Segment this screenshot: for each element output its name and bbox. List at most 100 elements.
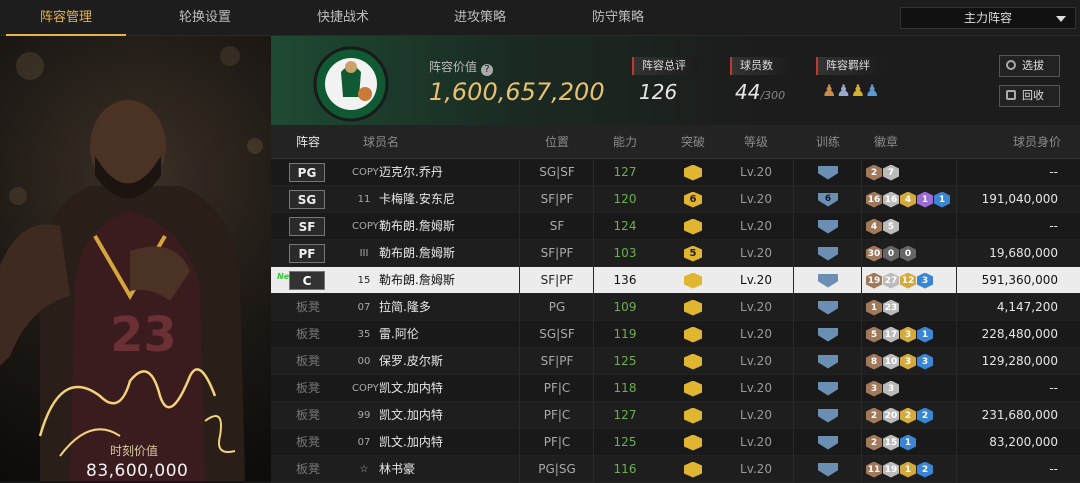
badge-list[interactable]: 1 23 xyxy=(866,294,966,321)
badge-icon: 0 xyxy=(900,245,916,262)
badge-icon: 7 xyxy=(883,164,899,181)
badge-list[interactable]: 2 15 1 xyxy=(866,429,966,456)
breakthrough-icon[interactable] xyxy=(683,348,703,375)
slot-badge[interactable]: SF xyxy=(289,217,325,236)
badge-list[interactable]: 27 xyxy=(866,159,966,186)
bond-icons[interactable]: ♟♟♟♟ xyxy=(822,81,879,100)
col-level[interactable]: 等级 xyxy=(731,125,781,159)
svg-text:23: 23 xyxy=(110,307,177,363)
badge-list[interactable]: 33 xyxy=(866,375,966,402)
table-row[interactable]: 板凳 COPY 凯文.加内特 PF|C 118 Lv.20 3 3 -- xyxy=(271,375,1080,402)
slot-label[interactable]: 板凳 xyxy=(286,402,330,429)
training-icon[interactable] xyxy=(817,456,839,483)
breakthrough-icon[interactable] xyxy=(683,456,703,483)
slot-badge[interactable]: C xyxy=(289,271,325,290)
tab-lineup-management[interactable]: 阵容管理 xyxy=(6,0,126,36)
slot-label[interactable]: 板凳 xyxy=(286,321,330,348)
breakthrough-icon[interactable] xyxy=(683,267,703,294)
player-level: Lv.20 xyxy=(740,354,772,368)
badge-icon: 8 xyxy=(866,353,882,370)
player-card[interactable]: 23 时刻价值 83,600,000 xyxy=(0,36,271,481)
training-icon[interactable] xyxy=(817,294,839,321)
celtics-logo-icon xyxy=(313,46,389,122)
col-player-name[interactable]: 球员名 xyxy=(351,125,411,159)
training-icon[interactable] xyxy=(817,348,839,375)
breakthrough-icon[interactable] xyxy=(683,213,703,240)
badge-list[interactable]: 5 17 3 1 xyxy=(866,321,966,348)
slot-label[interactable]: 板凳 xyxy=(286,375,330,402)
badge-list[interactable]: 16 16 4 1 1 xyxy=(866,186,966,213)
col-lineup[interactable]: 阵容 xyxy=(286,125,330,159)
player-name: 迈克尔.乔丹 xyxy=(379,165,443,179)
player-name: 林书豪 xyxy=(379,462,416,476)
player-table: PG COPY 迈克尔.乔丹 SG|SF 127 Lv.20 2 7 -- SG 11 卡梅隆.安东尼… xyxy=(271,159,1080,483)
badge-list[interactable]: 30 0 0 xyxy=(866,240,966,267)
training-icon[interactable] xyxy=(817,240,839,267)
table-row[interactable]: PF III 勒布朗.詹姆斯 SF|PF 103 5 Lv.20 30 0 0 19,680,000 xyxy=(271,240,1080,267)
lineup-dropdown[interactable]: 主力阵容 xyxy=(900,7,1076,29)
badge-list[interactable]: 2 20 2 2 xyxy=(866,402,966,429)
jersey-number: 07 xyxy=(357,302,371,313)
badge-icon: 16 xyxy=(883,191,899,208)
tab-quick-tactics[interactable]: 快捷战术 xyxy=(283,0,403,36)
col-ability[interactable]: 能力 xyxy=(593,125,657,159)
badge-list[interactable]: 11 19 1 2 xyxy=(866,456,966,483)
table-row[interactable]: 板凳 07 拉简.隆多 PG 109 Lv.20 1 23 4,147,200 xyxy=(271,294,1080,321)
breakthrough-icon[interactable]: 6 xyxy=(683,186,703,213)
slot-badge[interactable]: PG xyxy=(289,163,325,182)
breakthrough-icon[interactable] xyxy=(683,159,703,186)
col-position[interactable]: 位置 xyxy=(521,125,593,159)
select-button[interactable]: 选拔 xyxy=(999,55,1060,77)
training-icon[interactable] xyxy=(817,321,839,348)
training-icon[interactable] xyxy=(817,213,839,240)
training-icon[interactable] xyxy=(817,429,839,456)
breakthrough-icon[interactable]: 5 xyxy=(683,240,703,267)
tab-defense-strategy[interactable]: 防守策略 xyxy=(558,0,678,36)
breakthrough-icon[interactable] xyxy=(683,294,703,321)
table-row[interactable]: 板凳 07 凯文.加内特 PF|C 125 Lv.20 2 15 1 83,200,000 xyxy=(271,429,1080,456)
slot-label[interactable]: 板凳 xyxy=(286,456,330,483)
tab-rotation-settings[interactable]: 轮换设置 xyxy=(145,0,265,36)
player-level: Lv.20 xyxy=(740,327,772,341)
table-row[interactable]: 板凳 35 雷.阿伦 SG|SF 119 Lv.20 5 17 3 1 228,480,000 xyxy=(271,321,1080,348)
jersey-number: 15 xyxy=(357,275,371,286)
slot-badge[interactable]: PF xyxy=(289,244,325,263)
table-row[interactable]: PG COPY 迈克尔.乔丹 SG|SF 127 Lv.20 2 7 -- xyxy=(271,159,1080,186)
jersey-number: 11 xyxy=(357,194,371,205)
badge-list[interactable]: 8 10 3 3 xyxy=(866,348,966,375)
col-badges[interactable]: 徽章 xyxy=(856,125,916,159)
training-icon[interactable] xyxy=(817,159,839,186)
slot-badge[interactable]: SG xyxy=(289,190,325,209)
badge-list[interactable]: 45 xyxy=(866,213,966,240)
training-icon[interactable] xyxy=(817,375,839,402)
table-row[interactable]: 板凳 ☆ 林书豪 PG|SG 116 Lv.20 11 19 1 2 -- xyxy=(271,456,1080,483)
player-name: 保罗.皮尔斯 xyxy=(379,354,443,368)
breakthrough-icon[interactable] xyxy=(683,429,703,456)
training-icon[interactable] xyxy=(817,402,839,429)
table-row[interactable]: 板凳 00 保罗.皮尔斯 SF|PF 125 Lv.20 8 10 3 3 129,280,000 xyxy=(271,348,1080,375)
help-icon[interactable]: ? xyxy=(481,64,494,76)
table-row[interactable]: SF COPY 勒布朗.詹姆斯 SF 124 Lv.20 4 5 -- xyxy=(271,213,1080,240)
player-value: -- xyxy=(1049,381,1058,395)
badge-list[interactable]: 19 27 12 3 xyxy=(866,267,966,294)
training-icon[interactable]: 6 xyxy=(817,186,839,213)
tab-offense-strategy[interactable]: 进攻策略 xyxy=(420,0,540,36)
slot-label[interactable]: 板凳 xyxy=(286,429,330,456)
col-breakthrough[interactable]: 突破 xyxy=(667,125,719,159)
jersey-number: COPY xyxy=(352,383,379,394)
slot-label[interactable]: 板凳 xyxy=(286,294,330,321)
recycle-button[interactable]: 回收 xyxy=(999,85,1060,107)
badge-icon: 30 xyxy=(866,245,882,262)
table-row[interactable]: New C 15 勒布朗.詹姆斯 SF|PF 136 Lv.20 19 27 12 3 591,360… xyxy=(271,267,1080,294)
breakthrough-icon[interactable] xyxy=(683,321,703,348)
col-player-value[interactable]: 球员身价 xyxy=(971,125,1061,159)
training-icon[interactable] xyxy=(817,267,839,294)
col-training[interactable]: 训练 xyxy=(803,125,853,159)
table-row[interactable]: 板凳 99 凯文.加内特 PF|C 127 Lv.20 2 20 2 2 231,680,000 xyxy=(271,402,1080,429)
table-row[interactable]: SG 11 卡梅隆.安东尼 SF|PF 120 6 Lv.20 6 16 16 4 1 1 191,040… xyxy=(271,186,1080,213)
badge-icon: 2 xyxy=(917,461,933,478)
breakthrough-icon[interactable] xyxy=(683,375,703,402)
slot-label[interactable]: 板凳 xyxy=(286,348,330,375)
player-position: PG xyxy=(548,300,566,314)
breakthrough-icon[interactable] xyxy=(683,402,703,429)
